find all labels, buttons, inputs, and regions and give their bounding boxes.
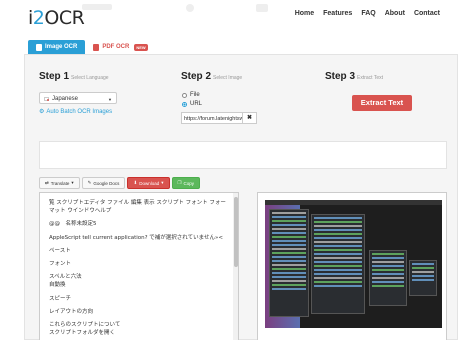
step-title: Step 3	[325, 71, 356, 82]
extract-text-button[interactable]: Extract Text	[352, 95, 412, 111]
japan-flag-icon	[44, 97, 49, 101]
preview-screenshot-image	[265, 200, 442, 328]
ocr-tabs: Image OCR PDF OCR NEW	[28, 40, 156, 54]
step-1-heading: Step 1 Select Language	[39, 71, 109, 82]
button-label: Copy	[183, 180, 195, 186]
source-url-option[interactable]: URL	[182, 101, 202, 107]
nav-faq[interactable]: FAQ	[361, 10, 375, 17]
tab-label: PDF OCR	[102, 44, 130, 50]
copy-icon: ❐	[177, 180, 182, 185]
tab-pdf-ocr[interactable]: PDF OCR NEW	[85, 40, 155, 54]
site-logo[interactable]: i2OCR	[28, 7, 85, 29]
image-preview	[257, 192, 447, 340]
nav-about[interactable]: About	[385, 10, 405, 17]
radio-label: URL	[190, 101, 203, 107]
chevron-down-icon: ▼	[108, 97, 112, 102]
result-line: マット ウインドウヘルプ	[49, 208, 112, 215]
step-subtitle: Extract Text	[357, 75, 384, 81]
step-3-heading: Step 3 Extract Text	[325, 71, 383, 82]
nav-features[interactable]: Features	[323, 10, 352, 17]
result-line: これらのスクリプトについて	[49, 321, 121, 328]
result-line: スクリプトフォルダを開く	[49, 330, 116, 337]
docs-icon: ✎	[87, 180, 92, 185]
logo-swirl: 2	[32, 7, 45, 29]
result-line: 覧 スクリプトエディタ ファイル 編集 表示 スクリプト フォント フォー	[49, 200, 226, 206]
preview-menu	[269, 209, 309, 317]
button-label: Google Docs	[93, 180, 120, 186]
faded-header-element	[256, 4, 268, 12]
download-button[interactable]: ⬇ Download ▾	[127, 177, 170, 189]
clear-url-button[interactable]: ✖	[243, 112, 257, 124]
pdf-icon	[93, 43, 100, 51]
result-line: AppleScript tell current application? で補…	[49, 234, 223, 241]
language-selected: Japanese	[52, 96, 79, 102]
status-area	[39, 141, 447, 169]
preview-submenu	[409, 260, 437, 296]
image-icon	[36, 43, 42, 51]
language-select[interactable]: Japanese ▼	[39, 92, 117, 104]
batch-ocr-link[interactable]: ⚙ Auto Batch OCR Images	[39, 108, 113, 116]
faded-header-element	[82, 4, 112, 10]
chevron-down-icon: ▾	[161, 180, 164, 185]
result-textarea[interactable]: 覧 スクリプトエディタ ファイル 編集 表示 スクリプト フォント フォー マッ…	[39, 192, 239, 340]
translate-icon: ⇄	[45, 180, 49, 185]
result-scrollbar[interactable]	[233, 193, 238, 340]
result-line: 自動換	[49, 282, 66, 289]
chevron-down-icon: ▾	[71, 180, 74, 185]
copy-button[interactable]: ❐ Copy	[171, 177, 201, 189]
preview-submenu	[369, 250, 407, 306]
result-toolbar: ⇄ Translate ▾ ✎ Google Docs ⬇ Download ▾ ❐ Cop…	[39, 177, 201, 189]
radio-url[interactable]	[182, 101, 187, 107]
result-line: スピーチ	[49, 295, 72, 302]
download-icon: ⬇	[133, 180, 138, 185]
faded-header-element	[186, 4, 194, 12]
translate-button[interactable]: ⇄ Translate ▾	[39, 177, 80, 189]
preview-submenu	[311, 214, 365, 314]
result-line: フォント	[49, 260, 72, 267]
google-docs-button[interactable]: ✎ Google Docs	[81, 177, 126, 189]
tab-image-ocr[interactable]: Image OCR	[28, 40, 86, 54]
result-line: ペースト	[49, 247, 71, 254]
step-subtitle: Select Image	[213, 75, 243, 81]
result-line: スペルと六法	[49, 274, 82, 281]
batch-link-label: Auto Batch OCR Images	[46, 108, 113, 115]
url-field[interactable]: https://forum.latenightsw.com/	[181, 112, 243, 124]
step-subtitle: Select Language	[71, 75, 109, 81]
ocr-panel: Step 1 Select Language Step 2 Select Image…	[24, 54, 458, 340]
result-line: @@ 名称未設定5	[49, 221, 97, 228]
step-2-heading: Step 2 Select Image	[181, 71, 242, 82]
scroll-thumb[interactable]	[233, 197, 238, 267]
radio-file[interactable]	[182, 92, 187, 98]
main-nav: Home Features FAQ About Contact	[295, 10, 440, 17]
step-title: Step 1	[39, 71, 70, 82]
result-line: レイアウトの方向	[49, 308, 94, 315]
gears-icon: ⚙	[39, 109, 45, 115]
logo-suffix: OCR	[44, 7, 85, 29]
nav-contact[interactable]: Contact	[414, 10, 440, 17]
nav-home[interactable]: Home	[295, 10, 314, 17]
source-file-option[interactable]: File	[182, 92, 200, 98]
step-title: Step 2	[181, 71, 212, 82]
button-label: Translate	[50, 180, 70, 186]
button-label: Download	[139, 180, 160, 186]
radio-label: File	[190, 92, 200, 98]
new-badge: NEW	[134, 43, 148, 51]
site-header: i2OCR Home Features FAQ About Contact	[0, 0, 474, 30]
tab-label: Image OCR	[45, 44, 78, 50]
